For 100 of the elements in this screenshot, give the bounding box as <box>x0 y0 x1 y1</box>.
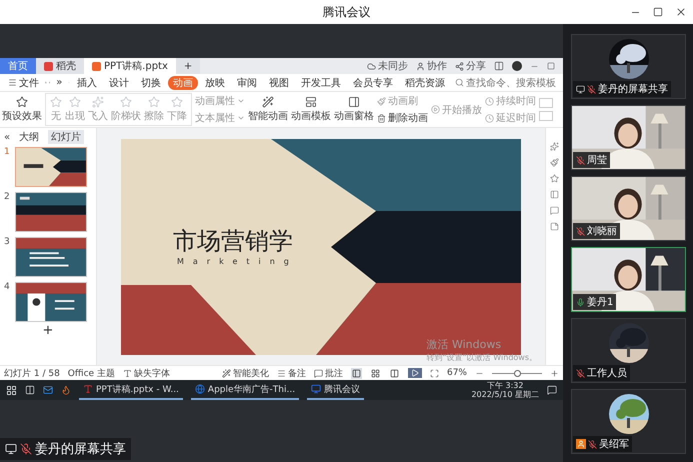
participant-name: 姜丹1 <box>587 296 614 309</box>
tool-button[interactable]: 动画模板 <box>291 96 331 123</box>
zoom-in-icon <box>550 368 559 378</box>
tool-icon <box>262 96 274 108</box>
tool-button[interactable]: 智能动画 <box>248 96 288 123</box>
star-icon <box>120 96 132 108</box>
comments-button[interactable]: 批注 <box>314 366 343 380</box>
ribbon-tab[interactable]: 放映 <box>200 76 230 90</box>
add-slide-button[interactable]: + <box>42 325 54 337</box>
notes-button[interactable]: 备注 <box>276 366 306 380</box>
fit-icon <box>430 368 439 378</box>
collapse-button[interactable]: « <box>4 132 10 142</box>
menu-icon <box>8 78 17 87</box>
font-icon <box>122 368 132 378</box>
ribbon-tab[interactable]: 插入 <box>72 76 102 90</box>
star-icon <box>148 96 160 108</box>
slide-number: 4 <box>4 282 11 292</box>
app-icon <box>194 384 205 394</box>
tool-icon <box>348 96 360 108</box>
toolbar-action[interactable]: 未同步 <box>367 59 408 73</box>
ribbon-tab[interactable]: 切换 <box>136 76 166 90</box>
ribbon-tab[interactable]: 设计 <box>104 76 134 90</box>
view-button[interactable] <box>370 368 381 378</box>
windows-start-icon <box>6 384 17 396</box>
video-tile[interactable]: 周莹 <box>571 105 686 170</box>
slide-thumbnail[interactable] <box>15 237 87 277</box>
clock-date: 2022/5/10 星期二 <box>471 390 539 399</box>
taskbar-app[interactable]: 腾讯会议 <box>307 380 364 400</box>
more-button[interactable]: » <box>52 77 66 88</box>
document-tab[interactable]: PPT讲稿.pptx <box>84 58 176 74</box>
layout-icon <box>494 61 504 71</box>
window-title: 腾讯会议 <box>322 4 370 20</box>
panel-tab[interactable]: 幻灯片 <box>48 130 84 144</box>
delay-field[interactable] <box>539 111 553 121</box>
app-icon <box>83 384 93 394</box>
tool-button[interactable]: 动画窗格 <box>334 96 374 123</box>
view-button[interactable] <box>388 368 400 378</box>
play-button[interactable] <box>408 368 422 378</box>
document-tab[interactable]: 首页 <box>0 58 36 74</box>
app-icon <box>311 384 322 394</box>
ribbon-tab[interactable]: 视图 <box>264 76 294 90</box>
theme-name: Office 主题 <box>68 368 115 380</box>
ribbon-tab[interactable]: 开发工具 <box>296 76 346 90</box>
missing-font-button[interactable]: 缺失字体 <box>122 366 170 380</box>
notes-icon <box>276 368 286 378</box>
ribbon-tab[interactable]: 稻壳资源 <box>400 76 450 90</box>
maximize-icon <box>653 7 663 17</box>
timing-label: 延迟时间 <box>485 111 536 125</box>
tool-icon <box>377 96 386 106</box>
share-icon <box>455 62 464 70</box>
slide-thumbnail[interactable] <box>15 147 87 187</box>
document-tab[interactable]: + <box>176 58 200 74</box>
video-tile[interactable]: 姜丹的屏幕共享 <box>571 34 686 99</box>
user-avatar[interactable] <box>512 61 522 71</box>
app-icon <box>92 62 101 70</box>
star-icon <box>92 96 104 108</box>
activation-hint: 转到“设置”以激活 Windows。 <box>426 352 537 363</box>
video-tile[interactable]: 姜丹1 <box>571 247 686 312</box>
slide-thumbnail[interactable] <box>15 282 87 322</box>
note-icon <box>550 222 559 231</box>
toolbar-action[interactable]: 分享 <box>455 59 486 73</box>
comment-icon <box>314 368 323 378</box>
slide-number: 2 <box>4 192 11 202</box>
view-button[interactable] <box>350 368 362 378</box>
ribbon-tab[interactable]: 会员专享 <box>348 76 398 90</box>
video-tile[interactable]: 工作人员 <box>571 318 686 383</box>
panel-icon <box>550 190 559 199</box>
taskbar-app[interactable]: Apple华南广告-Thi... <box>190 380 300 400</box>
ribbon-tab[interactable]: 审阅 <box>232 76 262 90</box>
notification-icon <box>547 385 557 395</box>
restore-icon <box>547 62 555 70</box>
brush-icon <box>550 158 559 167</box>
file-menu[interactable]: 文件 <box>4 76 43 90</box>
play-icon <box>431 105 440 114</box>
search-field[interactable]: 查找命令、搜索模板 <box>452 76 559 90</box>
beautify-button[interactable]: 智能美化 <box>222 366 269 380</box>
timing-label: 持续时间 <box>485 94 536 108</box>
screen-share-icon <box>576 84 585 94</box>
clock-time: 下午 3:32 <box>486 381 524 390</box>
tool-icon <box>377 114 386 122</box>
participant-name: 姜丹的屏幕共享 <box>598 82 668 96</box>
search-icon <box>455 78 464 87</box>
participant-name: 吴绍军 <box>599 438 629 451</box>
comment-icon <box>550 206 559 215</box>
panel-tab[interactable]: 大纲 <box>16 130 42 144</box>
taskbar-app[interactable]: PPT讲稿.pptx - W... <box>79 380 183 400</box>
toolbar-action[interactable]: 协作 <box>416 59 447 73</box>
slide-title: 市场营销学 <box>173 226 293 256</box>
tool-button[interactable]: 删除动画 <box>377 111 428 125</box>
screen-share-icon <box>5 443 17 455</box>
clock-icon <box>485 114 494 122</box>
zoom-thumb[interactable] <box>514 370 521 376</box>
video-tile[interactable]: 刘晓丽 <box>571 176 686 241</box>
participant-name: 周莹 <box>587 154 607 167</box>
slide-thumbnail[interactable] <box>15 192 87 232</box>
duration-field[interactable] <box>539 98 553 108</box>
participant-name: 工作人员 <box>587 367 627 380</box>
document-tab[interactable]: 稻壳 <box>36 58 84 74</box>
preset-effects-button[interactable]: 预设效果 <box>2 96 42 123</box>
video-tile[interactable]: 吴绍军 <box>571 389 686 454</box>
